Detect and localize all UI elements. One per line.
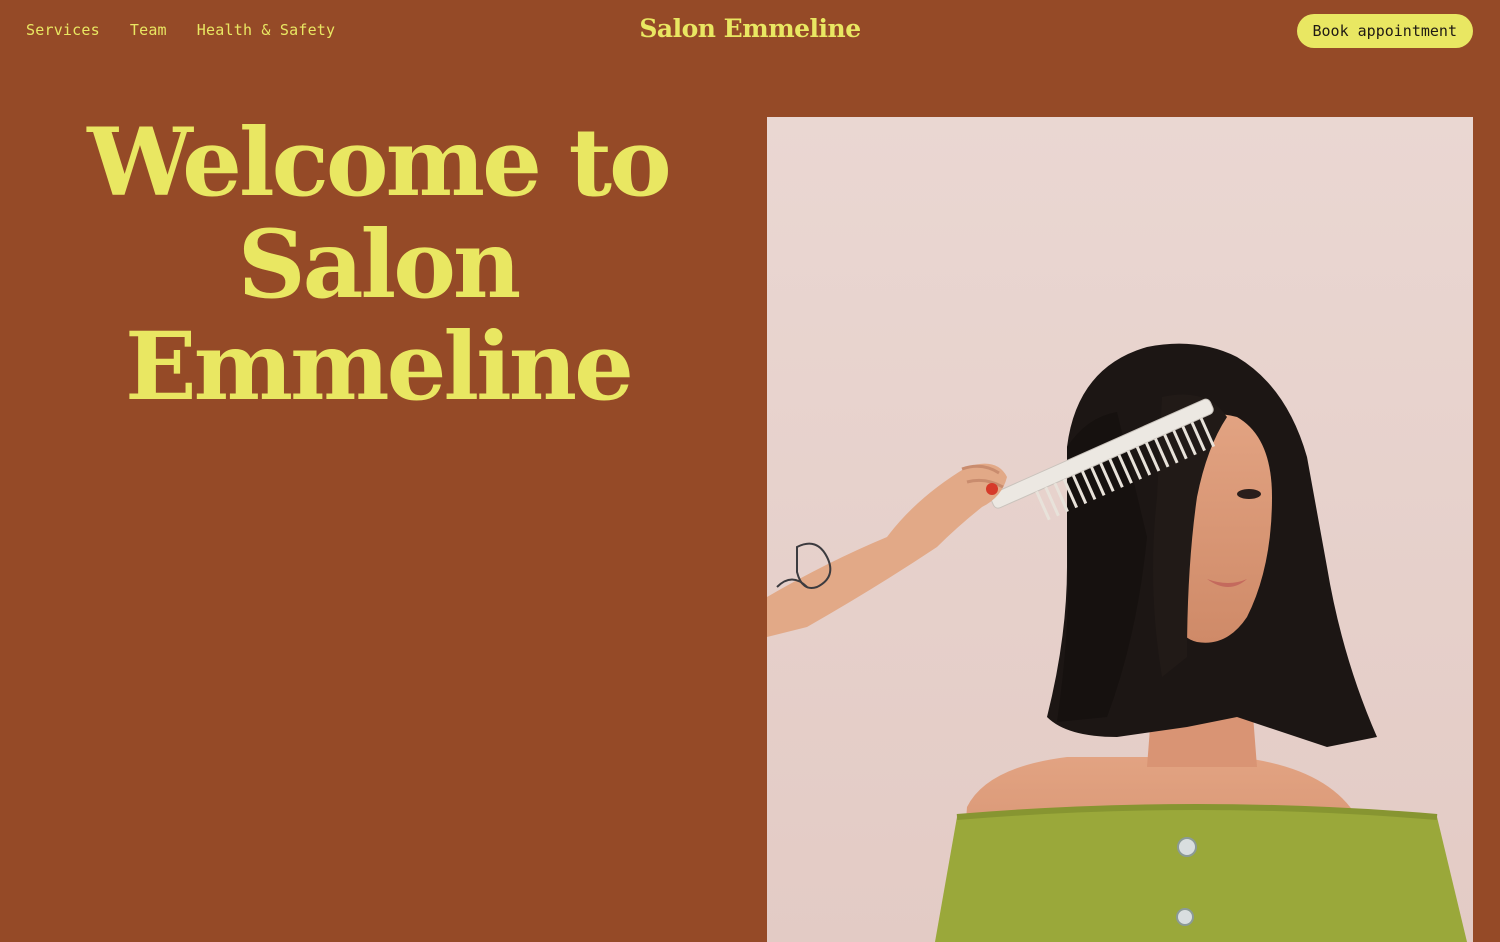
hero-heading-line-3: Emmeline: [125, 312, 634, 422]
hero-heading-line-2: Salon: [237, 210, 522, 320]
photo-green-top: [935, 805, 1467, 942]
hero-heading-line-1: Welcome to: [87, 108, 671, 218]
nav-link-services[interactable]: Services: [26, 21, 100, 39]
nav-link-team[interactable]: Team: [130, 21, 167, 39]
hero-photo: [767, 117, 1473, 942]
site-header: Services Team Health & Safety Salon Emme…: [0, 0, 1500, 64]
photo-button-2: [1176, 908, 1194, 926]
primary-nav: Services Team Health & Safety: [26, 21, 335, 39]
photo-button-1: [1177, 837, 1197, 857]
site-logo[interactable]: Salon Emmeline: [639, 14, 861, 43]
book-appointment-button[interactable]: Book appointment: [1296, 14, 1473, 48]
nav-link-health-safety[interactable]: Health & Safety: [197, 21, 335, 39]
hero-heading: Welcome to Salon Emmeline: [28, 112, 728, 418]
